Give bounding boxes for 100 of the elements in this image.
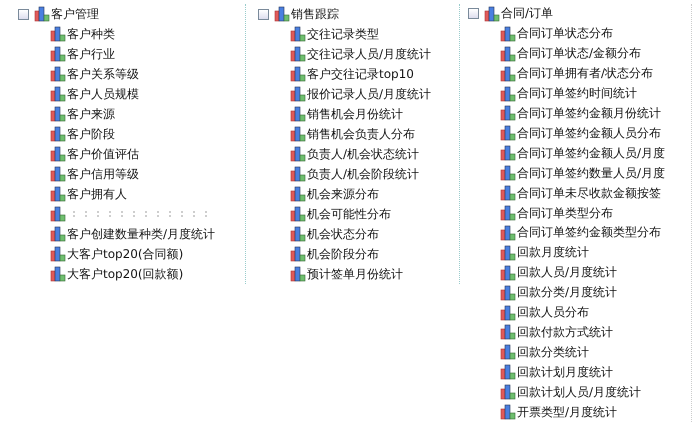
bar-chart-icon[interactable]	[500, 344, 516, 360]
report-item[interactable]: 负责人/机会状态统计	[307, 146, 420, 162]
bar-chart-icon[interactable]	[50, 26, 66, 42]
report-item[interactable]: 机会可能性分布	[307, 206, 391, 222]
bar-chart-icon[interactable]	[500, 46, 516, 62]
report-item[interactable]: 机会阶段分布	[307, 246, 379, 262]
report-item[interactable]: 回款月度统计	[517, 244, 589, 262]
bar-chart-icon	[274, 6, 290, 22]
bar-chart-icon[interactable]	[290, 146, 306, 162]
report-item[interactable]: 客户交往记录top10	[307, 66, 414, 82]
report-item[interactable]: 销售机会负责人分布	[307, 126, 415, 142]
bar-chart-icon[interactable]	[290, 266, 306, 282]
report-item[interactable]: 回款分类/月度统计	[517, 284, 618, 302]
bar-chart-icon[interactable]	[50, 106, 66, 122]
bar-chart-icon[interactable]	[500, 205, 516, 222]
collapse-toggle[interactable]	[468, 8, 479, 20]
report-item[interactable]: 回款人员/月度统计	[517, 264, 618, 282]
report-item[interactable]: 合同订单签约金额类型分布	[517, 224, 661, 242]
bar-chart-icon[interactable]	[290, 226, 306, 242]
bar-chart-icon[interactable]	[50, 166, 66, 182]
report-item[interactable]: 交往记录类型	[307, 26, 379, 42]
bar-chart-icon[interactable]	[50, 246, 66, 262]
report-item[interactable]: 预计签单月份统计	[307, 266, 403, 282]
report-item[interactable]: 客户来源	[67, 106, 115, 122]
report-item[interactable]: 客户阶段	[67, 126, 115, 142]
report-item[interactable]: 开票类型/月度统计	[517, 404, 618, 421]
bar-chart-icon[interactable]	[290, 206, 306, 222]
bar-chart-icon	[34, 6, 50, 22]
bar-chart-icon[interactable]	[500, 264, 516, 281]
bar-chart-icon[interactable]	[500, 364, 516, 380]
bar-chart-icon[interactable]	[500, 66, 516, 82]
bar-chart-icon[interactable]	[50, 206, 66, 222]
report-item[interactable]: 客户人员规模	[67, 86, 139, 102]
bar-chart-icon[interactable]	[500, 125, 516, 142]
report-item[interactable]: 客户拥有人	[67, 186, 127, 202]
collapse-toggle[interactable]	[258, 8, 269, 20]
report-item[interactable]: 机会来源分布	[307, 186, 379, 202]
report-item[interactable]: 回款付款方式统计	[517, 324, 613, 341]
report-item[interactable]: 回款计划人员/月度统计	[517, 384, 642, 401]
bar-chart-icon[interactable]	[50, 266, 66, 282]
bar-chart-icon[interactable]	[500, 224, 516, 241]
bar-chart-icon[interactable]	[500, 284, 516, 301]
bar-chart-icon[interactable]	[500, 404, 516, 420]
report-item[interactable]: 机会状态分布	[307, 226, 379, 242]
report-item[interactable]: 合同订单状态/金额分布	[517, 45, 642, 62]
bar-chart-icon[interactable]	[290, 86, 306, 102]
report-item[interactable]: 客户行业	[67, 46, 115, 62]
bar-chart-icon[interactable]	[500, 324, 516, 340]
bar-chart-icon[interactable]	[500, 185, 516, 202]
report-item[interactable]: 客户创建数量种类/月度统计	[67, 226, 216, 242]
bar-chart-icon[interactable]	[50, 66, 66, 82]
report-item[interactable]: 合同订单类型分布	[517, 204, 613, 222]
report-item[interactable]: 合同订单状态分布	[517, 25, 613, 42]
report-item[interactable]: 负责人/机会阶段统计	[307, 166, 420, 182]
collapse-toggle[interactable]	[18, 8, 29, 20]
report-item[interactable]: 合同订单签约数量人员/月度	[517, 164, 666, 182]
report-item[interactable]: 客户价值评估	[67, 146, 139, 162]
bar-chart-icon[interactable]	[290, 106, 306, 122]
bar-chart-icon[interactable]	[500, 26, 516, 42]
bar-chart-icon[interactable]	[50, 126, 66, 142]
report-item[interactable]: 报价记录人员/月度统计	[307, 86, 432, 102]
report-item[interactable]: 回款人员分布	[517, 304, 589, 322]
bar-chart-icon[interactable]	[500, 105, 516, 122]
tree-folder-label[interactable]: 客户管理	[51, 6, 99, 22]
report-item[interactable]: 销售机会月份统计	[307, 106, 403, 122]
report-item[interactable]: 合同订单签约金额人员/月度	[517, 144, 666, 162]
bar-chart-icon[interactable]	[500, 384, 516, 400]
report-item[interactable]: 合同订单未尽收款金额按签	[517, 184, 661, 202]
bar-chart-icon[interactable]	[290, 246, 306, 262]
bar-chart-icon[interactable]	[290, 186, 306, 202]
bar-chart-icon[interactable]	[290, 46, 306, 62]
report-item[interactable]: 合同订单签约时间统计	[517, 85, 637, 102]
report-item[interactable]: 合同订单签约金额月份统计	[517, 104, 661, 122]
bar-chart-icon[interactable]	[290, 126, 306, 142]
bar-chart-icon[interactable]	[290, 26, 306, 42]
report-item[interactable]: 合同订单拥有者/状态分布	[517, 65, 654, 82]
tree-folder-label[interactable]: 合同/订单	[501, 5, 554, 22]
bar-chart-icon[interactable]	[50, 146, 66, 162]
bar-chart-icon[interactable]	[290, 66, 306, 82]
report-item[interactable]: 大客户top20(合同额)	[67, 246, 184, 262]
bar-chart-icon[interactable]	[500, 165, 516, 182]
bar-chart-icon[interactable]	[500, 244, 516, 261]
bar-chart-icon[interactable]	[500, 86, 516, 102]
report-item[interactable]: 回款计划月度统计	[517, 364, 613, 381]
bar-chart-icon[interactable]	[500, 304, 516, 321]
report-item[interactable]: 回款分类统计	[517, 344, 589, 361]
report-item[interactable]: 客户关系等级	[67, 66, 139, 82]
bar-chart-icon[interactable]	[50, 186, 66, 202]
bar-chart-icon[interactable]	[290, 166, 306, 182]
report-item[interactable]: 客户种类	[67, 26, 115, 42]
report-item[interactable]: 客户信用等级	[67, 166, 139, 182]
report-item[interactable]: 合同订单签约金额人员分布	[517, 124, 661, 142]
tree-folder-label[interactable]: 销售跟踪	[291, 6, 339, 22]
bar-chart-icon[interactable]	[50, 226, 66, 242]
bar-chart-icon	[484, 6, 500, 22]
report-item[interactable]: 交往记录人员/月度统计	[307, 46, 432, 62]
bar-chart-icon[interactable]	[50, 86, 66, 102]
bar-chart-icon[interactable]	[500, 145, 516, 162]
report-item[interactable]: 大客户top20(回款额)	[67, 266, 184, 282]
bar-chart-icon[interactable]	[50, 46, 66, 62]
